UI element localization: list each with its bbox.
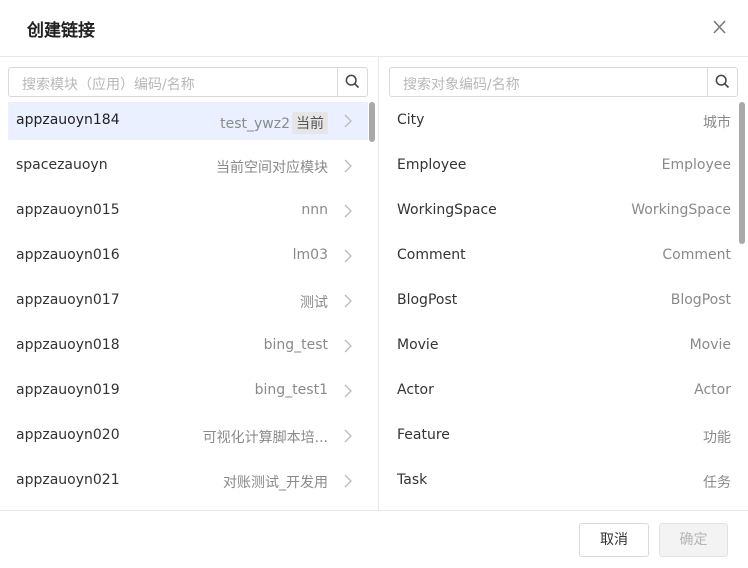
object-list-item[interactable]: Comment Comment [389,237,739,275]
object-list-item[interactable]: Movie Movie [389,327,739,365]
close-icon[interactable] [708,15,732,39]
chevron-right-icon [344,384,352,398]
create-link-dialog: 创建链接 搜索模块（应用）编码/名称 appzauoyn184 test_ywz… [0,0,748,567]
chevron-right-icon [344,204,352,218]
chevron-right-icon [344,249,352,263]
module-list-item[interactable]: appzauoyn184 test_ywz2 当前 [8,102,368,140]
search-button[interactable] [707,68,737,96]
chevron-right-icon [344,294,352,308]
search-icon [715,74,730,89]
chevron-right-icon [344,159,352,173]
search-button[interactable] [337,68,367,96]
module-list-item[interactable]: appzauoyn018 bing_test [8,327,368,365]
object-list-item[interactable]: WorkingSpace WorkingSpace [389,192,739,230]
panel-divider [378,57,379,510]
module-list-scrollbar[interactable] [369,102,375,142]
module-list-item[interactable]: appzauoyn015 nnn [8,192,368,230]
module-list-item[interactable]: appzauoyn021 对账测试_开发用 [8,462,368,500]
chevron-right-icon [344,474,352,488]
module-list-item[interactable]: appzauoyn016 lm03 [8,237,368,275]
module-list-item[interactable]: appzauoyn019 bing_test1 [8,372,368,410]
object-list-scrollbar[interactable] [739,102,745,244]
module-list-item[interactable]: appzauoyn020 可视化计算脚本培... [8,417,368,455]
object-list: City 城市 Employee Employee WorkingSpace W… [389,102,739,510]
cancel-button[interactable]: 取消 [579,523,649,557]
object-list-item[interactable]: City 城市 [389,102,739,140]
dialog-title: 创建链接 [27,21,95,41]
object-list-item[interactable]: Feature 功能 [389,417,739,455]
chevron-right-icon [344,339,352,353]
module-search-input[interactable]: 搜索模块（应用）编码/名称 [8,67,368,97]
current-badge: 当前 [292,112,328,134]
chevron-right-icon [344,429,352,443]
object-list-item[interactable]: BlogPost BlogPost [389,282,739,320]
search-icon [345,74,360,89]
confirm-button[interactable]: 确定 [659,523,728,557]
module-list-item[interactable]: spacezauoyn 当前空间对应模块 [8,147,368,185]
dialog-header: 创建链接 [0,0,748,57]
chevron-right-icon [344,114,352,128]
module-list-item[interactable]: appzauoyn017 测试 [8,282,368,320]
object-list-item[interactable]: Task 任务 [389,462,739,500]
object-list-item[interactable]: Employee Employee [389,147,739,185]
object-search-input[interactable]: 搜索对象编码/名称 [389,67,738,97]
dialog-footer: 取消 确定 [0,510,748,568]
object-list-item[interactable]: Actor Actor [389,372,739,410]
module-list: appzauoyn184 test_ywz2 当前 spacezauoyn 当前空… [8,102,370,510]
